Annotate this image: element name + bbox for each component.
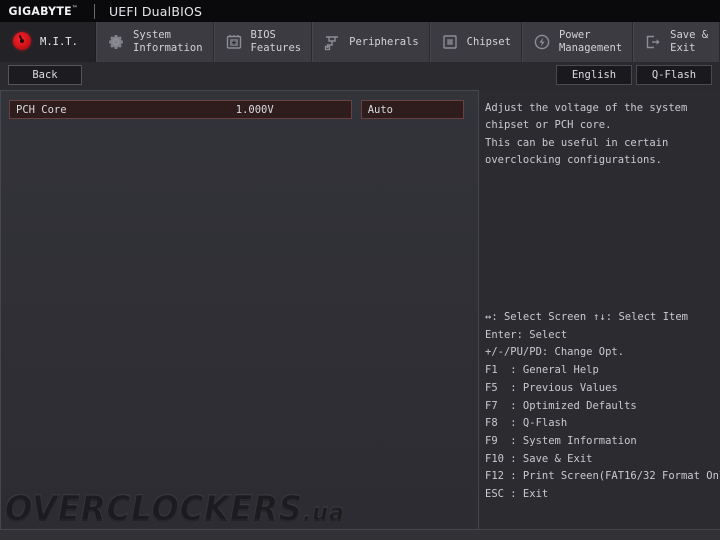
key-legend-line: +/-/PU/PD: Change Opt. (485, 346, 625, 359)
setting-label: PCH Core (16, 103, 67, 116)
watermark-suffix: .ua (302, 498, 345, 527)
brand-divider (93, 3, 95, 19)
tab-label: Chipset (466, 35, 511, 48)
connector-icon (322, 32, 342, 52)
app-title: UEFI DualBIOS (108, 3, 203, 19)
qflash-button[interactable]: Q-Flash (636, 65, 712, 85)
help-line: overclocking configurations. (485, 154, 663, 167)
main-tab-strip: M.I.T. System Information BIOS Features … (0, 22, 720, 62)
exit-arrow-icon (643, 32, 663, 52)
secondary-toolbar: Back English Q-Flash (0, 62, 720, 90)
key-legend-line: F12 : Print Screen(FAT16/32 Format Only) (485, 470, 720, 483)
tab-label: M.I.T. (40, 35, 78, 48)
setting-value-field[interactable]: Auto (360, 100, 464, 119)
back-button[interactable]: Back (8, 65, 82, 85)
settings-pane: PCH Core 1.000V Auto OVERCLOCKERS.ua (0, 90, 478, 530)
gigabyte-logo: GIGABYTE™ (8, 4, 78, 18)
key-legend-left: ↔: Select Screen (485, 311, 587, 323)
tab-bios-features[interactable]: BIOS Features (213, 22, 313, 62)
language-button[interactable]: English (556, 65, 632, 85)
key-legend-line: ESC : Exit (485, 488, 549, 501)
tab-label: BIOS Features (250, 29, 302, 54)
tab-mit[interactable]: M.I.T. (0, 22, 96, 62)
chipset-icon (440, 32, 460, 52)
key-legend-line: ↔: Select Screen ↑↓: Select Item (485, 309, 719, 327)
setting-current-reading: 1.000V (235, 103, 274, 116)
key-legend-line: Enter: Select (485, 328, 568, 341)
key-legend-line: F9 : System Information (485, 434, 637, 447)
key-legend-line: F5 : Previous Values (485, 381, 618, 394)
chip-plus-icon (224, 32, 244, 52)
tab-label: Power Management (558, 29, 623, 54)
gauge-icon (9, 32, 31, 52)
tab-power-management[interactable]: Power Management (521, 22, 634, 62)
bottom-border (0, 529, 720, 530)
help-pane: Adjust the voltage of the system chipset… (479, 90, 720, 530)
help-line: This can be useful in certain (485, 136, 669, 149)
key-legend-right: ↑↓: Select Item (593, 311, 688, 323)
key-legend: ↔: Select Screen ↑↓: Select Item Enter: S… (485, 309, 720, 504)
setting-value-label: Auto (367, 103, 393, 116)
trademark-symbol: ™ (71, 5, 78, 13)
tab-chipset[interactable]: Chipset (429, 22, 522, 62)
lightning-icon (532, 32, 552, 52)
tab-save-and-exit[interactable]: Save & Exit (633, 22, 720, 62)
tab-label: Save & Exit (670, 29, 709, 54)
help-text: Adjust the voltage of the system chipset… (485, 100, 713, 170)
brand-bar: GIGABYTE™ UEFI DualBIOS (0, 0, 720, 22)
content-area: PCH Core 1.000V Auto OVERCLOCKERS.ua Adj… (0, 90, 720, 530)
help-line: Adjust the voltage of the system (485, 102, 688, 114)
tab-system-information[interactable]: System Information (96, 22, 214, 62)
setting-row-pch-core: PCH Core 1.000V Auto (9, 100, 464, 119)
key-legend-line: F1 : General Help (485, 364, 599, 377)
site-watermark: OVERCLOCKERS.ua (5, 489, 345, 530)
help-line: chipset or PCH core. (485, 119, 612, 132)
gear-icon (106, 32, 126, 52)
tab-peripherals[interactable]: Peripherals (312, 22, 430, 62)
tab-label: System Information (133, 29, 203, 54)
key-legend-line: F10 : Save & Exit (485, 452, 593, 465)
setting-name-field[interactable]: PCH Core 1.000V (9, 100, 352, 119)
tab-label: Peripherals (349, 35, 419, 48)
key-legend-line: F8 : Q-Flash (485, 417, 568, 430)
bios-screen: GIGABYTE™ UEFI DualBIOS M.I.T. System In… (0, 0, 720, 540)
key-legend-line: F7 : Optimized Defaults (485, 399, 637, 412)
